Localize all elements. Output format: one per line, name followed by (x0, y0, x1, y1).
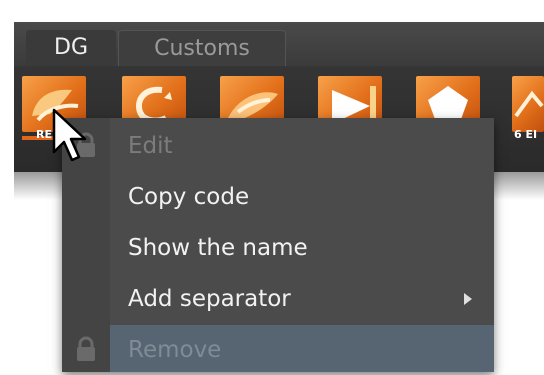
tab-customs[interactable]: Customs (118, 30, 286, 67)
window-top-margin (0, 0, 544, 22)
submenu-arrow-icon (464, 293, 472, 305)
lock-icon (74, 336, 98, 366)
menu-item-edit[interactable]: Edit (110, 121, 494, 171)
tab-dg[interactable]: DG (26, 30, 116, 66)
menu-item-remove[interactable]: Remove (110, 325, 494, 372)
menu-item-label: Edit (128, 133, 173, 159)
partial-shape-icon[interactable] (512, 76, 544, 132)
menu-item-label: Remove (128, 337, 222, 363)
arrow-cursor-icon (52, 108, 88, 168)
menu-item-copy-code[interactable]: Copy code (110, 172, 494, 222)
menu-item-add-separator[interactable]: Add separator (110, 274, 494, 324)
shelf-tab-bar: DG Customs (14, 22, 544, 67)
menu-item-label: Add separator (128, 286, 291, 312)
menu-item-label: Show the name (128, 235, 308, 261)
icon-label: RE (36, 128, 52, 141)
icon-label: 6 EI (514, 128, 538, 141)
context-menu: Edit Copy code Show the name Add separat… (62, 118, 494, 372)
menu-item-label: Copy code (128, 184, 250, 210)
menu-item-show-the-name[interactable]: Show the name (110, 223, 494, 273)
